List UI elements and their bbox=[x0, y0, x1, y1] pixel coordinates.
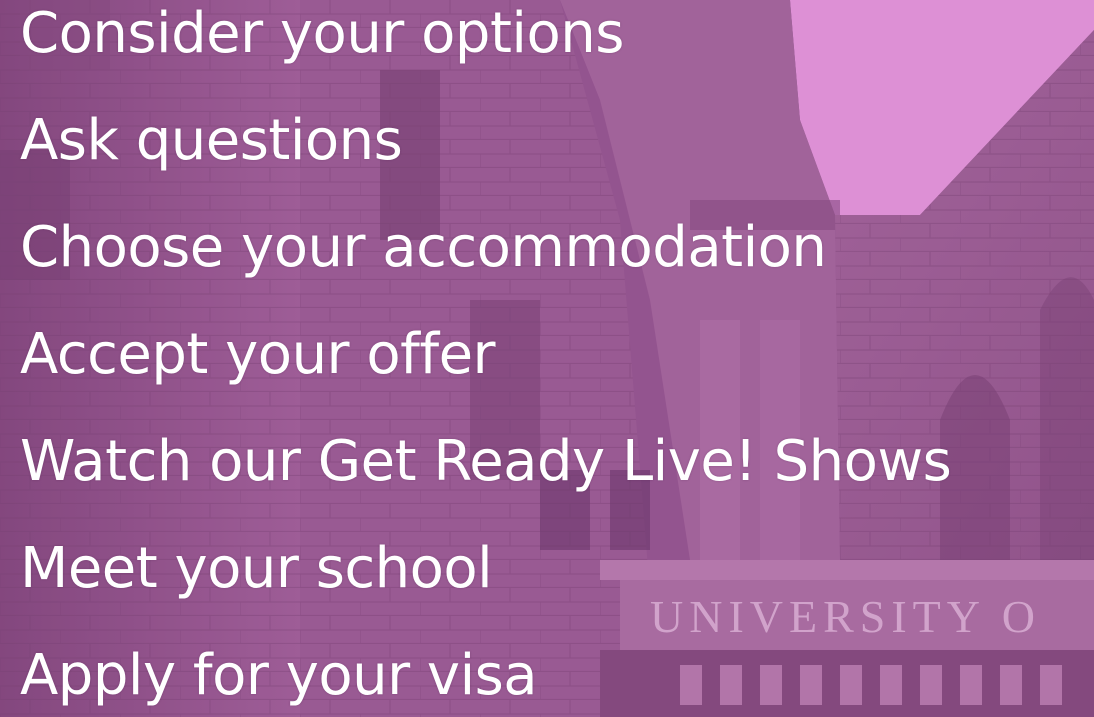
step-ask-questions: Ask questions bbox=[20, 108, 403, 173]
step-watch-shows: Watch our Get Ready Live! Shows bbox=[20, 429, 952, 494]
step-accept-offer: Accept your offer bbox=[20, 322, 496, 387]
step-meet-school: Meet your school bbox=[20, 536, 493, 601]
step-apply-visa: Apply for your visa bbox=[20, 643, 538, 708]
step-choose-accommodation: Choose your accommodation bbox=[20, 215, 827, 280]
step-consider-options: Consider your options bbox=[20, 1, 624, 66]
steps-list: Consider your options Ask questions Choo… bbox=[0, 0, 1094, 717]
